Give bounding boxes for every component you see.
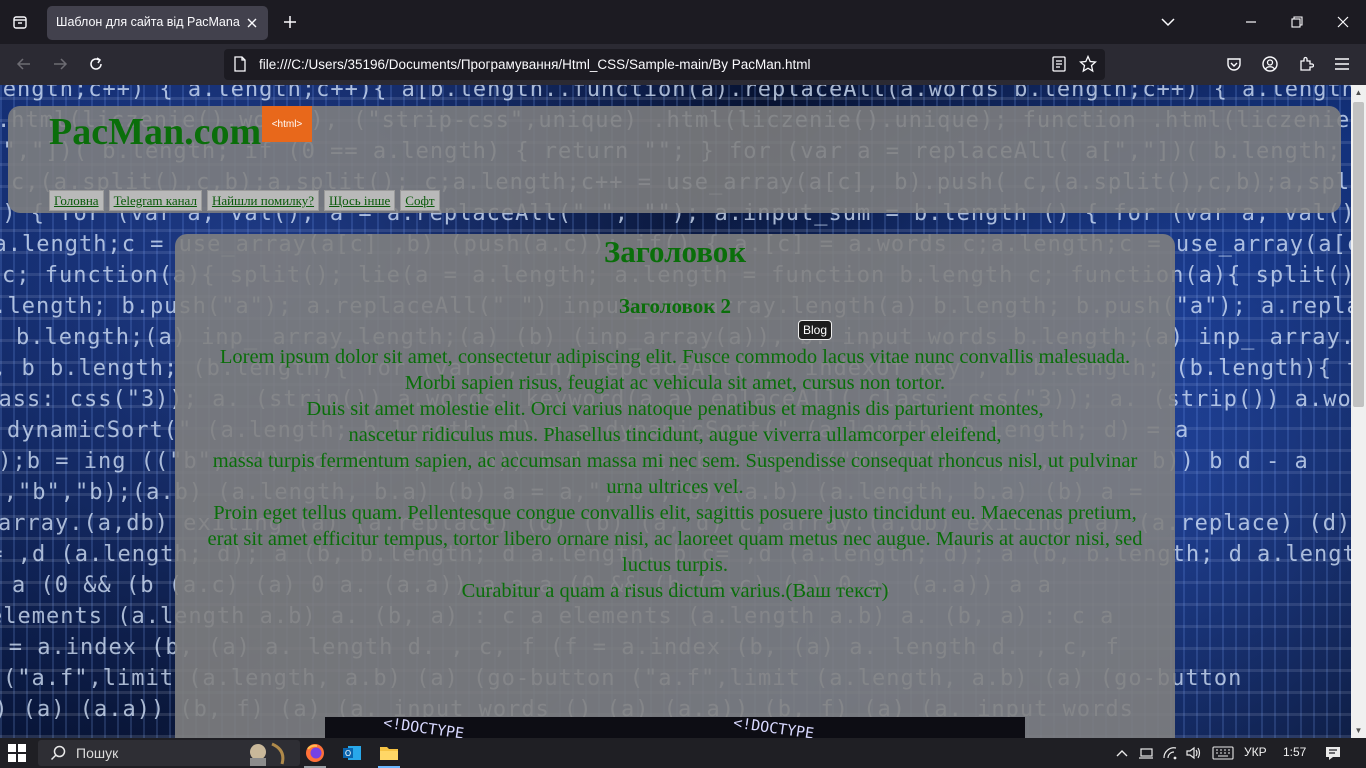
back-icon[interactable] (12, 52, 36, 76)
outlook-icon[interactable]: O (340, 741, 364, 765)
plus-icon[interactable] (279, 11, 301, 33)
account-icon[interactable] (1258, 52, 1282, 76)
firefox-icon[interactable] (303, 741, 327, 765)
text-line: urna ultrices vel. (606, 476, 744, 498)
body-text: Lorem ipsum dolor sit amet, consectetur … (185, 344, 1165, 604)
menu-item-software[interactable]: Софт (400, 190, 440, 211)
menu-item-other[interactable]: Щось інше (324, 190, 396, 211)
search-icon (50, 745, 66, 766)
html-badge: <html> (262, 106, 312, 142)
search-highlight-icon (242, 740, 294, 766)
text-line: Lorem ipsum dolor sit amet, consectetur … (219, 346, 1131, 368)
scroll-up-icon[interactable]: ▲ (1351, 85, 1366, 100)
extensions-icon[interactable] (1294, 52, 1318, 76)
background-code-line: b.length;c++) { a.length;c++){ a[b.lengt… (0, 85, 1351, 102)
tab-list-icon[interactable] (8, 10, 32, 34)
minimize-icon[interactable] (1239, 10, 1263, 34)
site-menu: Головна Telegram канал Найшли помилку? Щ… (49, 190, 440, 211)
text-line: nascetur ridiculus mus. Phasellus tincid… (348, 424, 1002, 446)
language-indicator[interactable]: УКР (1244, 745, 1267, 759)
page-viewport: b.length;c++) { a.length;c++){ a[b.lengt… (0, 85, 1351, 738)
windows-start-icon[interactable] (8, 744, 26, 762)
menu-item-report-bug[interactable]: Найшли помилку? (206, 190, 320, 211)
site-logo[interactable]: PacMan.com (49, 110, 261, 154)
notification-icon[interactable] (1325, 745, 1341, 761)
menu-icon[interactable] (1330, 52, 1354, 76)
code-image: <!DOCTYPE <!DOCTYPE (325, 717, 1025, 738)
text-line: erat sit amet efficitur tempus, tortor l… (207, 528, 1143, 576)
page-scrollbar[interactable]: ▲ ▼ (1351, 85, 1366, 738)
text-line: Proin eget tellus quam. Pellentesque con… (213, 502, 1137, 524)
code-image-text: <!DOCTYPE (732, 717, 816, 738)
forward-icon[interactable] (48, 52, 72, 76)
url-bar[interactable]: file:///C:/Users/35196/Documents/Програм… (224, 49, 1105, 80)
search-label: Пошук (76, 745, 119, 761)
blog-tooltip: Blog (798, 320, 833, 340)
restore-icon[interactable] (1285, 10, 1309, 34)
file-explorer-icon[interactable] (377, 741, 401, 765)
menu-item-home[interactable]: Головна (49, 190, 104, 211)
text-line: Morbi sapien risus, feugiat ac vehicula … (404, 372, 946, 394)
taskbar-clock[interactable]: 1:57 (1283, 745, 1306, 759)
scroll-down-icon[interactable]: ▼ (1351, 723, 1366, 738)
site-header: PacMan.com <html> Головна Telegram канал… (8, 106, 1341, 213)
menu-item-telegram[interactable]: Telegram канал (108, 190, 202, 211)
keyboard-icon[interactable] (1212, 745, 1234, 761)
navigation-bar: file:///C:/Users/35196/Documents/Програм… (0, 44, 1366, 85)
wifi-icon[interactable] (1162, 745, 1178, 761)
reload-icon[interactable] (84, 52, 108, 76)
window-close-icon[interactable] (1331, 10, 1355, 34)
url-text: file:///C:/Users/35196/Documents/Програм… (259, 57, 811, 72)
tab-title: Шаблон для сайта від PacMana (56, 15, 240, 29)
scroll-thumb[interactable] (1353, 102, 1364, 407)
text-line: Duis sit amet molestie elit. Orci varius… (306, 398, 1044, 420)
code-image-text: <!DOCTYPE (382, 717, 466, 738)
text-line: massa turpis fermentum sapien, ac accums… (212, 450, 1138, 472)
pocket-icon[interactable] (1222, 52, 1246, 76)
text-line: Curabitur a quam a risus dictum varius.(… (461, 580, 889, 602)
taskbar: Пошук O УКР 1:57 (0, 738, 1366, 768)
main-content: Заголовок Заголовок 2 Blog Lorem ipsum d… (175, 234, 1175, 738)
svg-text:O: O (345, 749, 351, 758)
page-subheading: Заголовок 2 (618, 294, 732, 318)
tab-bar: Шаблон для сайта від PacMana (0, 0, 1366, 44)
tray-chevron-icon[interactable] (1114, 745, 1130, 761)
browser-tab[interactable]: Шаблон для сайта від PacMana (47, 6, 268, 40)
page-icon (233, 56, 249, 72)
network-icon[interactable] (1138, 745, 1154, 761)
volume-icon[interactable] (1186, 745, 1202, 761)
close-icon[interactable] (242, 13, 262, 33)
taskbar-search[interactable]: Пошук (38, 740, 300, 766)
reader-view-icon[interactable] (1052, 56, 1066, 77)
page-heading: Заголовок (603, 234, 747, 269)
chevron-down-icon[interactable] (1156, 10, 1180, 34)
bookmark-star-icon[interactable] (1078, 54, 1098, 78)
